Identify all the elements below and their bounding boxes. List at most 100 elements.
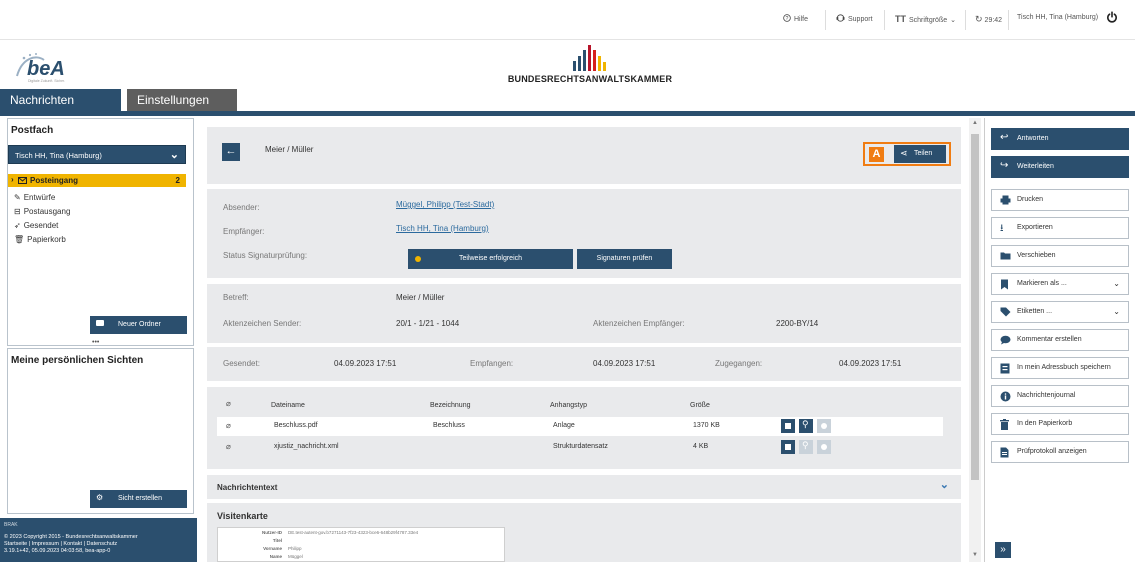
mark-as-dropdown[interactable]: Markieren als ... ⌄ — [991, 273, 1129, 295]
scrollbar[interactable]: ▲ ▼ — [969, 118, 981, 562]
folder-outbox[interactable]: ⊟ Postausgang — [14, 207, 70, 216]
attachment-type: Strukturdatensatz — [553, 443, 608, 450]
folder-drafts[interactable]: ✎ Entwürfe — [14, 193, 55, 202]
settings-icon: ⚙ — [96, 493, 104, 502]
save-to-address-book-button[interactable]: In mein Adressbuch speichern — [991, 357, 1129, 379]
dot-icon — [821, 423, 827, 429]
forward-button[interactable]: ↪ Weiterleiten — [991, 156, 1129, 178]
status-dot-icon — [415, 256, 421, 262]
share-button[interactable]: ⋖ Teilen — [894, 145, 946, 163]
ref-sender-value: 20/1 - 1/21 - 1044 — [396, 319, 460, 328]
card-value: Müggel — [288, 554, 303, 559]
action-label: Kommentar erstellen — [1017, 336, 1082, 343]
attachment-row[interactable]: ⌀ xjustiz_nachricht.xml Strukturdatensat… — [217, 438, 943, 457]
card-row: Titel — [218, 538, 506, 546]
recipient-link[interactable]: Tisch HH, Tina (Hamburg) — [396, 224, 489, 233]
message-text-toggle[interactable]: Nachrichtentext ⌄ — [207, 475, 961, 499]
labels-dropdown[interactable]: Etiketten ... ⌄ — [991, 301, 1129, 323]
tab-settings[interactable]: Einstellungen — [127, 89, 237, 111]
action-label: Drucken — [1017, 196, 1044, 203]
folder-trash[interactable]: 🗑 Papierkorb — [14, 235, 66, 244]
tags-icon — [1000, 307, 1011, 318]
support-link[interactable]: Support — [836, 14, 873, 23]
mailbox-select[interactable]: Tisch HH, Tina (Hamburg) ⌄ — [8, 145, 186, 164]
signature-attachment-button[interactable] — [817, 440, 831, 454]
preview-attachment-button[interactable]: ⚲ — [799, 419, 813, 433]
attachments-section: ⌀ Dateiname Bezeichnung Anhangstyp Größe… — [207, 387, 961, 469]
save-icon — [785, 444, 791, 450]
footer-links[interactable]: Startseite | Impressum | Kontakt | Daten… — [4, 541, 197, 548]
check-signatures-button[interactable]: Signaturen prüfen — [577, 249, 672, 269]
col-size: Größe — [690, 402, 710, 409]
download-icon: ⭳ — [1000, 223, 1004, 234]
new-folder-button[interactable]: Neuer Ordner — [90, 316, 187, 334]
divider — [884, 10, 885, 30]
reply-button[interactable]: ↩ Antworten — [991, 128, 1129, 150]
show-audit-log-button[interactable]: Prüfprotokoll anzeigen — [991, 441, 1129, 463]
card-key: Name — [269, 554, 282, 559]
bea-logo[interactable]: beA Digitale Zukunft. Sicher. — [14, 50, 84, 86]
resize-handle[interactable]: ••• — [92, 339, 99, 346]
brak-logo: BUNDESRECHTSANWALTSKAMMER — [470, 45, 710, 90]
help-link[interactable]: ? Hilfe — [783, 14, 808, 23]
tab-messages[interactable]: Nachrichten — [0, 89, 121, 111]
folder-label: Gesendet — [23, 221, 59, 230]
create-view-button[interactable]: ⚙ Sicht erstellen — [90, 490, 187, 508]
move-to-trash-button[interactable]: In den Papierkorb — [991, 413, 1129, 435]
user-menu[interactable]: Tisch HH, Tina (Hamburg) — [1017, 14, 1098, 21]
attachment-name: xjustiz_nachricht.xml — [274, 443, 339, 450]
brak-small-logo: BRAK — [4, 522, 18, 528]
bookmark-icon — [1000, 279, 1011, 290]
export-button[interactable]: ⭳ Exportieren — [991, 217, 1129, 239]
print-button[interactable]: Drucken — [991, 189, 1129, 211]
action-label: Antworten — [1017, 135, 1049, 142]
printer-icon — [1000, 195, 1011, 206]
delivered-label: Zugegangen: — [715, 359, 763, 368]
chevron-down-icon: ⌄ — [1113, 279, 1120, 288]
folder-inbox[interactable]: › Posteingang 2 — [8, 174, 186, 187]
brak-bars-icon — [573, 45, 606, 71]
footer: BRAK © 2023 Copyright 2015 - Bundesrecht… — [0, 518, 197, 562]
share-icon: ⋖ — [900, 148, 908, 158]
card-key: Nutzer-ID — [262, 530, 282, 535]
move-button[interactable]: Verschieben — [991, 245, 1129, 267]
card-key: Titel — [272, 538, 282, 543]
session-timer[interactable]: ↻ 29:42 — [975, 14, 1002, 25]
signature-attachment-button[interactable] — [817, 419, 831, 433]
preview-attachment-button[interactable]: ⚲ — [799, 440, 813, 454]
signature-status[interactable]: Teilweise erfolgreich — [408, 249, 573, 269]
add-comment-button[interactable]: Kommentar erstellen — [991, 329, 1129, 351]
back-button[interactable]: ← — [222, 143, 240, 161]
folder-sent[interactable]: ➶ Gesendet — [14, 221, 58, 230]
double-chevron-right-icon: » — [1000, 544, 1006, 555]
scroll-thumb[interactable] — [971, 134, 979, 480]
card-value: DE.test-autent-gov.b7271143-7f23-4323-bc… — [288, 530, 419, 535]
help-icon: ? — [783, 14, 791, 22]
message-journal-button[interactable]: Nachrichtenjournal — [991, 385, 1129, 407]
message-view: ← Meier / Müller A ⋖ Teilen Absender: Mü… — [207, 127, 961, 562]
sender-link[interactable]: Müggel, Philipp (Test-Stadt) — [396, 200, 494, 209]
subject-value: Meier / Müller — [396, 293, 445, 302]
font-size-label: Schriftgröße — [909, 17, 948, 24]
share-badge: A — [869, 147, 884, 162]
help-label: Hilfe — [794, 16, 809, 23]
scroll-down-icon: ▼ — [972, 552, 978, 558]
save-attachment-button[interactable] — [781, 419, 795, 433]
refresh-icon: ↻ — [975, 14, 983, 24]
ref-recipient-value: 2200-BY/14 — [776, 319, 819, 328]
attachment-name: Beschluss.pdf — [274, 422, 318, 429]
expand-panel-button[interactable]: » — [995, 542, 1011, 558]
header-subject: Meier / Müller — [265, 145, 314, 154]
card-row: Name Müggel — [218, 554, 506, 562]
save-attachment-button[interactable] — [781, 440, 795, 454]
business-card-title: Visitenkarte — [217, 511, 268, 521]
paperclip-icon: ⌀ — [226, 399, 231, 408]
action-panel: ↩ Antworten ↪ Weiterleiten Drucken ⭳ Exp… — [984, 118, 1135, 562]
folder-label: Papierkorb — [27, 235, 66, 244]
logout-button[interactable] — [1106, 11, 1118, 25]
subject-label: Betreff: — [223, 293, 249, 302]
attachment-row[interactable]: ⌀ Beschluss.pdf Beschluss Anlage 1370 KB… — [217, 417, 943, 436]
font-size-dropdown[interactable]: TT Schriftgröße ⌄ — [895, 14, 956, 24]
paperclip-icon: ⌀ — [226, 442, 231, 451]
action-label: Etiketten ... — [1017, 308, 1053, 315]
